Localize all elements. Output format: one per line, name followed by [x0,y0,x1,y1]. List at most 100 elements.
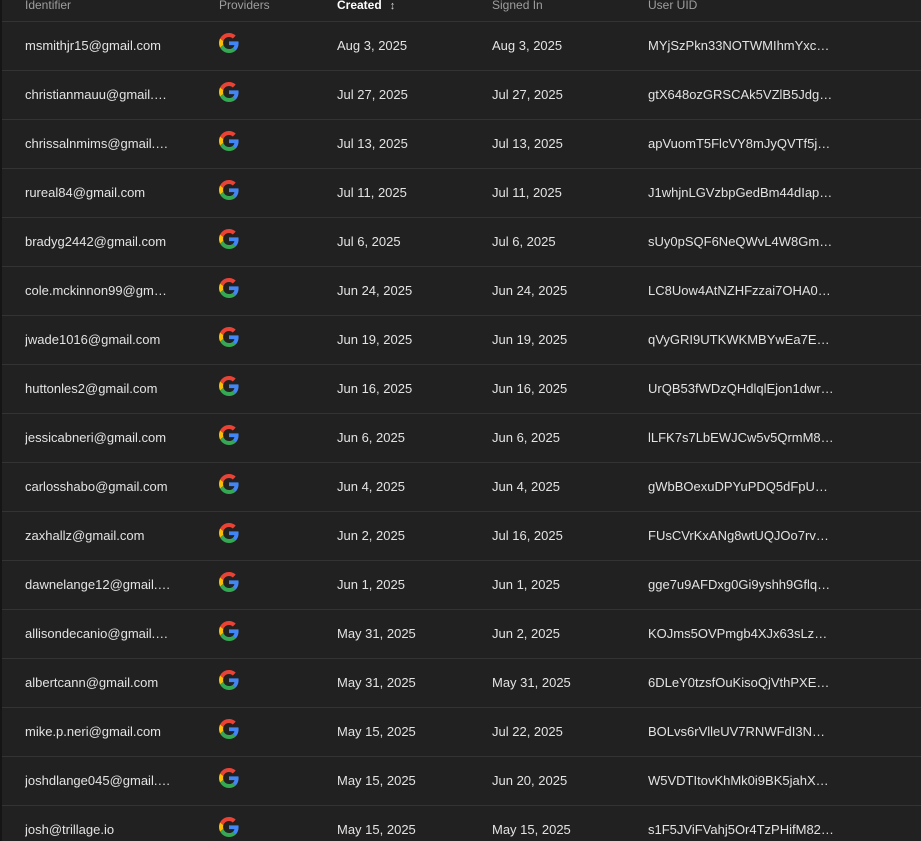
signed-in-cell: Jun 6, 2025 [492,430,560,445]
signed-in-cell: May 31, 2025 [492,675,571,690]
identifier-cell: dawnelange12@gmail.… [25,577,171,592]
signed-in-cell: Jun 16, 2025 [492,381,568,396]
user-uid-cell[interactable]: BOLvs6rVlleUV7RNWFdI3NW… [648,708,834,756]
identifier-cell: jessicabneri@gmail.com [25,430,167,445]
provider-cell [219,218,241,266]
identifier-cell: carlosshabo@gmail.com [25,479,168,494]
column-header-created-label: Created [337,0,382,12]
created-cell: Jun 1, 2025 [337,577,405,592]
identifier-cell: allisondecanio@gmail.c… [25,626,173,641]
table-row[interactable]: msmithjr15@gmail.com Aug 3, 2025 Aug 3, … [2,22,921,71]
table-row[interactable]: dawnelange12@gmail.… Jun 1, 2025 Jun 1, … [2,561,921,610]
column-header-created[interactable]: Created ↕ [337,0,395,12]
google-icon [219,131,239,151]
user-uid-cell[interactable]: s1F5JViFVahj5Or4TzPHifM82… [648,806,834,841]
provider-cell [219,365,241,413]
table-row[interactable]: cole.mckinnon99@gma… Jun 24, 2025 Jun 24… [2,267,921,316]
identifier-cell: msmithjr15@gmail.com [25,38,161,53]
created-cell: Jul 27, 2025 [337,87,408,102]
column-header-signed-in[interactable]: Signed In [492,0,543,12]
provider-cell [219,316,241,364]
user-uid-cell[interactable]: qVyGRI9UTKWKMBYwEa7E3g… [648,316,834,364]
provider-cell [219,169,241,217]
user-uid-cell[interactable]: sUy0pSQF6NeQWvL4W8Gmr… [648,218,834,266]
sort-arrow-icon[interactable]: ↕ [390,0,396,12]
provider-cell [219,610,241,658]
provider-cell [219,71,241,119]
user-uid-cell[interactable]: apVuomT5FlcVY8mJyQVTf5je… [648,120,834,168]
table-row[interactable]: jwade1016@gmail.com Jun 19, 2025 Jun 19,… [2,316,921,365]
signed-in-cell: Jun 4, 2025 [492,479,560,494]
user-uid-cell[interactable]: 6DLeY0tzsfOuKisoQjVthPXEm… [648,659,834,707]
identifier-cell: huttonles2@gmail.com [25,381,158,396]
user-uid-cell[interactable]: FUsCVrKxANg8wtUQJOo7rvb… [648,512,834,560]
signed-in-cell: Jul 16, 2025 [492,528,563,543]
table-row[interactable]: josh@trillage.io May 15, 2025 May 15, 20… [2,806,921,841]
identifier-cell: cole.mckinnon99@gma… [25,283,173,298]
user-uid-cell[interactable]: gtX648ozGRSCAk5VZlB5Jdglx… [648,71,834,119]
google-icon [219,474,239,494]
google-icon [219,817,239,837]
table-body: msmithjr15@gmail.com Aug 3, 2025 Aug 3, … [2,22,921,841]
created-cell: Jun 4, 2025 [337,479,405,494]
table-row[interactable]: joshdlange045@gmail.… May 15, 2025 Jun 2… [2,757,921,806]
column-header-providers[interactable]: Providers [219,0,270,12]
column-header-user-uid[interactable]: User UID [648,0,697,12]
user-uid-cell[interactable]: KOJms5OVPmgb4XJx63sLzm… [648,610,834,658]
created-cell: Jun 2, 2025 [337,528,405,543]
table-row[interactable]: albertcann@gmail.com May 31, 2025 May 31… [2,659,921,708]
user-uid-cell[interactable]: lLFK7s7LbEWJCw5v5QrmM8… [648,414,834,462]
created-cell: Jul 6, 2025 [337,234,401,249]
identifier-cell: christianmauu@gmail.c… [25,87,173,102]
signed-in-cell: Jun 20, 2025 [492,773,568,788]
signed-in-cell: Jul 13, 2025 [492,136,563,151]
user-uid-cell[interactable]: gge7u9AFDxg0Gi9yshh9Gflq7… [648,561,834,609]
user-uid-cell[interactable]: W5VDTItovKhMk0i9BK5jahX0t… [648,757,834,805]
user-uid-cell[interactable]: gWbBOexuDPYuPDQ5dFpUGa… [648,463,834,511]
google-icon [219,768,239,788]
google-icon [219,523,239,543]
user-uid-cell[interactable]: J1whjnLGVzbpGedBm44dIap… [648,169,834,217]
column-header-identifier[interactable]: Identifier [25,0,71,12]
google-icon [219,278,239,298]
table-row[interactable]: zaxhallz@gmail.com Jun 2, 2025 Jul 16, 2… [2,512,921,561]
table-row[interactable]: huttonles2@gmail.com Jun 16, 2025 Jun 16… [2,365,921,414]
table-row[interactable]: allisondecanio@gmail.c… May 31, 2025 Jun… [2,610,921,659]
identifier-cell: rureal84@gmail.com [25,185,146,200]
created-cell: Jun 6, 2025 [337,430,405,445]
signed-in-cell: Aug 3, 2025 [492,38,563,53]
table-row[interactable]: jessicabneri@gmail.com Jun 6, 2025 Jun 6… [2,414,921,463]
google-icon [219,670,239,690]
table-row[interactable]: chrissalnmims@gmail.… Jul 13, 2025 Jul 1… [2,120,921,169]
created-cell: May 15, 2025 [337,724,416,739]
google-icon [219,180,239,200]
user-uid-cell[interactable]: LC8Uow4AtNZHFzzai7OHA0h… [648,267,834,315]
created-cell: Jul 11, 2025 [337,185,407,200]
signed-in-cell: Jul 6, 2025 [492,234,556,249]
google-icon [219,719,239,739]
google-icon [219,376,239,396]
provider-cell [219,120,241,168]
identifier-cell: josh@trillage.io [25,822,115,837]
identifier-cell: joshdlange045@gmail.… [25,773,171,788]
signed-in-cell: Jun 24, 2025 [492,283,568,298]
provider-cell [219,757,241,805]
identifier-cell: mike.p.neri@gmail.com [25,724,162,739]
google-icon [219,572,239,592]
user-uid-cell[interactable]: UrQB53fWDzQHdlqlEjon1dwrZ… [648,365,834,413]
table-row[interactable]: mike.p.neri@gmail.com May 15, 2025 Jul 2… [2,708,921,757]
identifier-cell: chrissalnmims@gmail.… [25,136,169,151]
provider-cell [219,708,241,756]
table-row[interactable]: bradyg2442@gmail.com Jul 6, 2025 Jul 6, … [2,218,921,267]
created-cell: Jun 24, 2025 [337,283,413,298]
table-row[interactable]: christianmauu@gmail.c… Jul 27, 2025 Jul … [2,71,921,120]
google-icon [219,229,239,249]
table-row[interactable]: carlosshabo@gmail.com Jun 4, 2025 Jun 4,… [2,463,921,512]
table-row[interactable]: rureal84@gmail.com Jul 11, 2025 Jul 11, … [2,169,921,218]
provider-cell [219,659,241,707]
created-cell: May 31, 2025 [337,675,416,690]
identifier-cell: jwade1016@gmail.com [25,332,161,347]
user-uid-cell[interactable]: MYjSzPkn33NOTWMIhmYxc9… [648,22,834,70]
users-table: Identifier Providers Created ↕ Signed In … [2,0,921,841]
provider-cell [219,267,241,315]
